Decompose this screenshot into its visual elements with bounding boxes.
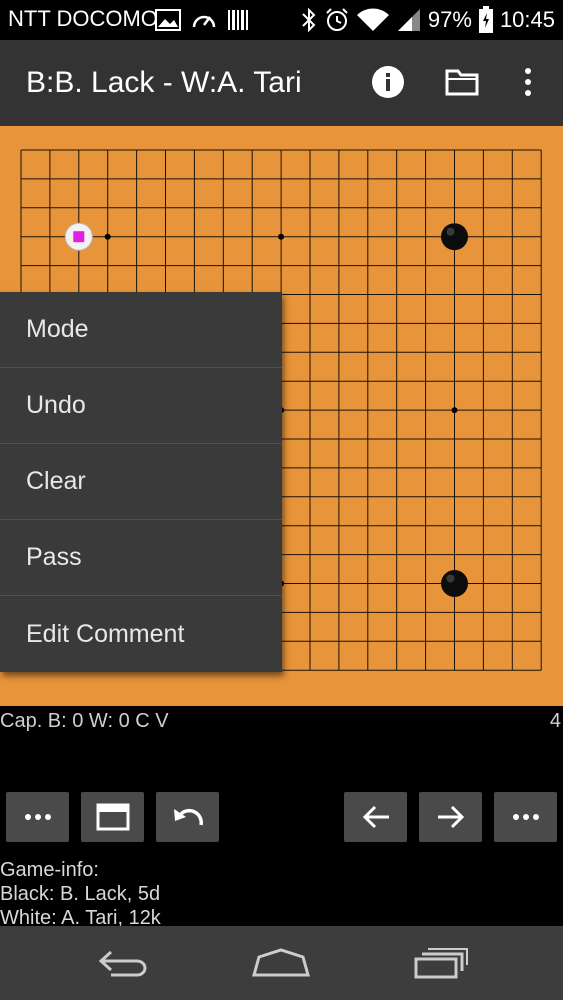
menu-item-mode[interactable]: Mode (0, 292, 282, 368)
app-bar: B:B. Lack - W:A. Tari (0, 40, 563, 126)
recents-icon (414, 948, 468, 979)
more-left-button[interactable] (6, 792, 69, 842)
home-button[interactable] (246, 942, 316, 984)
window-button[interactable] (81, 792, 144, 842)
more-icon (512, 814, 539, 820)
status-bar: NTT DOCOMO 97% 10:45 (0, 0, 563, 40)
stone-highlight (446, 574, 455, 583)
arrow-right-icon (437, 805, 464, 829)
wifi-icon (356, 8, 389, 31)
barcode-icon (228, 10, 248, 30)
arrow-left-icon (362, 805, 389, 829)
next-move-button[interactable] (419, 792, 482, 842)
more-right-button[interactable] (494, 792, 557, 842)
bluetooth-icon (302, 7, 316, 33)
recents-button[interactable] (406, 942, 476, 984)
undo-icon (173, 808, 203, 826)
star-point (104, 233, 111, 240)
menu-item-label: Clear (26, 467, 86, 495)
context-menu: Mode Undo Clear Pass Edit Comment (0, 292, 282, 672)
back-icon (98, 950, 147, 977)
menu-item-label: Undo (26, 391, 86, 419)
image-icon (155, 9, 181, 31)
folder-icon (445, 69, 479, 96)
open-file-button[interactable] (442, 62, 482, 102)
back-button[interactable] (90, 942, 160, 984)
battery-icon (478, 6, 493, 33)
menu-item-label: Edit Comment (26, 619, 185, 648)
alarm-icon (326, 8, 348, 31)
info-icon (372, 66, 404, 98)
battery-percent: 97% (427, 7, 472, 32)
game-info-panel: Game-info: Black: B. Lack, 5d White: A. … (0, 858, 161, 930)
more-icon (24, 814, 51, 820)
menu-item-undo[interactable]: Undo (0, 368, 282, 444)
captures-status: Cap. B: 0 W: 0 C V (0, 710, 169, 732)
menu-item-label: Pass (26, 543, 82, 571)
black-player-info: Black: B. Lack, 5d (0, 883, 161, 905)
star-point (278, 233, 285, 240)
black-stone (441, 223, 468, 251)
window-icon (96, 803, 129, 831)
overflow-menu-button[interactable] (508, 62, 548, 102)
move-number: 4 (549, 710, 561, 732)
carrier-name: NTT DOCOMO (8, 6, 158, 31)
menu-item-label: Mode (26, 315, 89, 343)
clock: 10:45 (499, 7, 555, 32)
notification-icons (155, 6, 249, 34)
system-icons: 97% 10:45 (300, 6, 555, 34)
navigation-bar (0, 926, 563, 1000)
home-icon (252, 948, 310, 977)
game-info-header: Game-info: (0, 859, 99, 881)
undo-button[interactable] (156, 792, 219, 842)
black-stone (441, 570, 468, 597)
page-title: B:B. Lack - W:A. Tari (26, 66, 302, 99)
signal-icon (397, 9, 420, 31)
overflow-menu-icon (525, 68, 531, 96)
last-move-marker (73, 231, 85, 243)
speedometer-icon (192, 15, 216, 28)
menu-item-pass[interactable]: Pass (0, 520, 282, 596)
menu-item-edit-comment[interactable]: Edit Comment (0, 596, 282, 672)
previous-move-button[interactable] (344, 792, 407, 842)
star-point (451, 407, 458, 414)
info-button[interactable] (368, 62, 408, 102)
stone-highlight (446, 227, 455, 236)
menu-item-clear[interactable]: Clear (0, 444, 282, 520)
